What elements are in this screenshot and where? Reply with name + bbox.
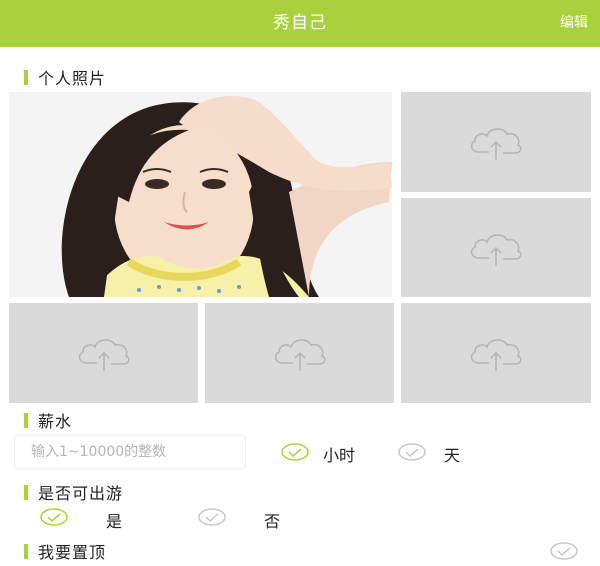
section-accent-bar: [24, 412, 28, 428]
page-title: 秀自己: [273, 13, 327, 33]
salary-input[interactable]: [14, 435, 246, 469]
photos-section-label: 个人照片: [38, 69, 107, 88]
unit-option-day[interactable]: 天: [444, 442, 460, 466]
upload-cloud-icon: [470, 233, 522, 266]
travel-section-header: 是否可出游: [24, 481, 123, 503]
section-accent-bar: [24, 69, 28, 85]
main-photo[interactable]: [9, 92, 392, 297]
section-accent-bar: [24, 543, 28, 559]
salary-section-label: 薪水: [38, 412, 73, 431]
photo-slot-upload[interactable]: [401, 303, 591, 403]
photo-slot-upload[interactable]: [401, 198, 591, 297]
check-circle-icon[interactable]: [281, 443, 309, 461]
photo-slot-upload[interactable]: [401, 92, 591, 192]
upload-cloud-icon: [470, 128, 522, 160]
photo-slot-upload[interactable]: [9, 303, 198, 403]
photos-section-header: 个人照片: [24, 66, 106, 88]
edit-button[interactable]: 编辑: [560, 0, 588, 47]
upload-cloud-icon: [274, 339, 326, 371]
check-circle-icon[interactable]: [550, 542, 578, 560]
portrait-image: [9, 92, 392, 297]
upload-cloud-icon: [470, 339, 522, 371]
photo-slot-upload[interactable]: [205, 303, 394, 403]
travel-option-yes[interactable]: 是: [106, 508, 122, 532]
travel-section-label: 是否可出游: [38, 484, 124, 503]
upload-cloud-icon: [78, 339, 130, 371]
unit-option-hour[interactable]: 小时: [323, 442, 355, 466]
salary-section-header: 薪水: [24, 409, 72, 431]
top-bar: 秀自己 编辑: [0, 0, 600, 47]
section-accent-bar: [24, 484, 28, 500]
check-circle-icon[interactable]: [40, 508, 68, 526]
travel-option-no[interactable]: 否: [264, 508, 280, 532]
check-circle-icon[interactable]: [198, 508, 226, 526]
top-section-header: 我要置顶: [24, 540, 106, 562]
top-section-label: 我要置顶: [38, 543, 107, 562]
check-circle-icon[interactable]: [398, 443, 426, 461]
